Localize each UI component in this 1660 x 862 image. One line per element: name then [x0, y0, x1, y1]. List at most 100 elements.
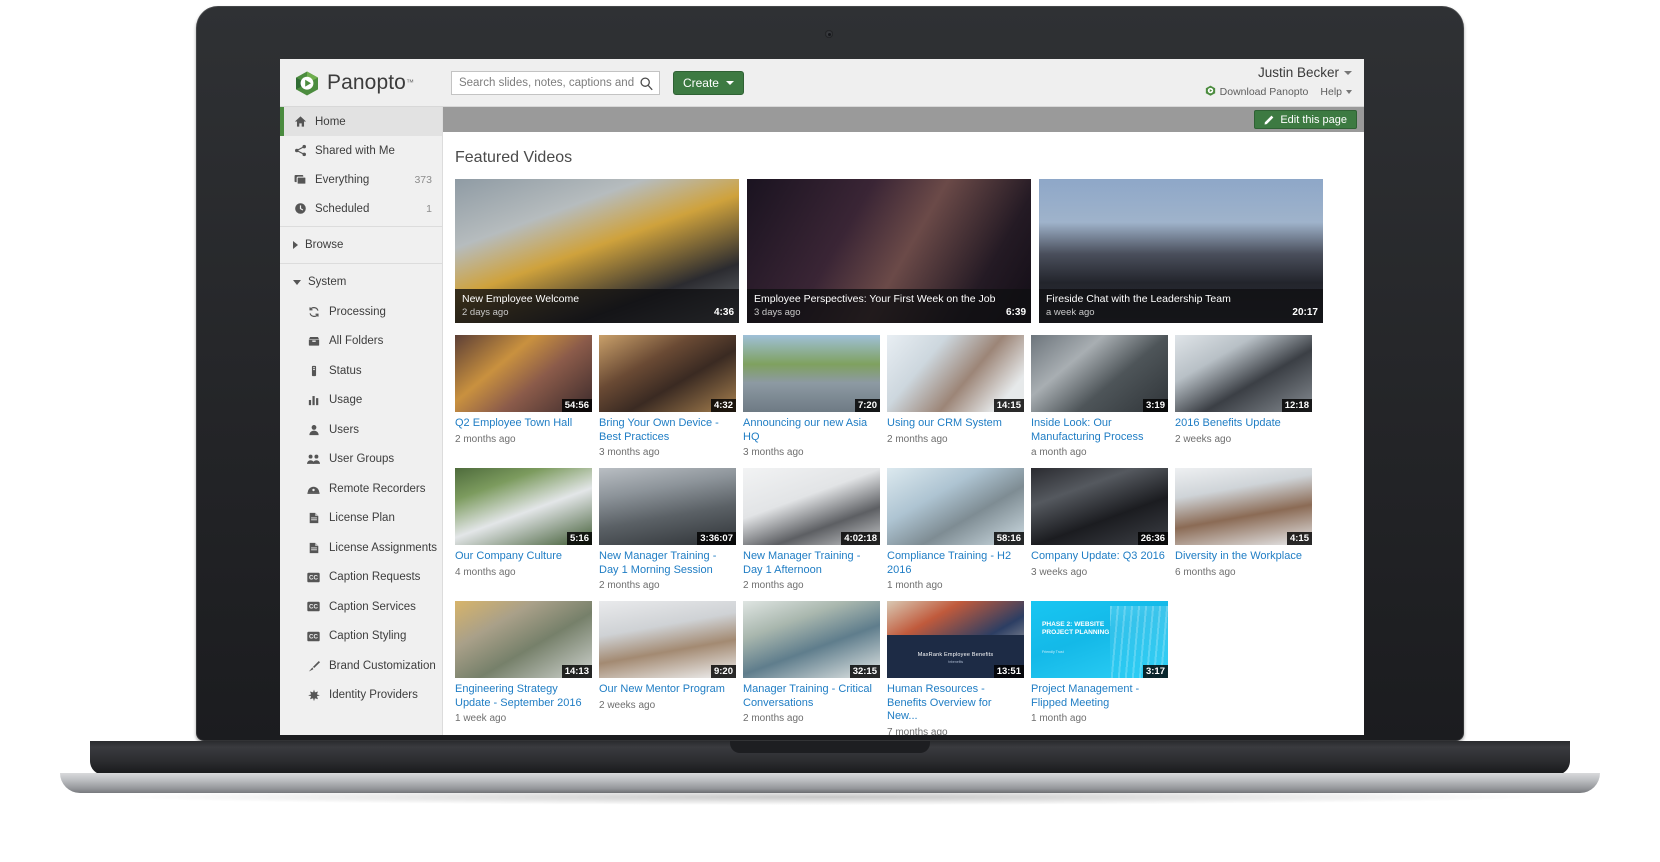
- search-box[interactable]: [450, 70, 660, 95]
- video-age: 2 weeks ago: [599, 699, 656, 711]
- panopto-logo-icon: [294, 70, 320, 96]
- edit-this-page-button[interactable]: Edit this page: [1254, 110, 1357, 129]
- video-thumbnail[interactable]: 14:13: [455, 601, 592, 678]
- video-thumbnail[interactable]: 58:16: [887, 468, 1024, 545]
- video-title[interactable]: Diversity in the Workplace: [1175, 550, 1312, 564]
- video-thumbnail[interactable]: 32:15: [743, 601, 880, 678]
- video-card[interactable]: 4:15 Diversity in the Workplace 6 months a…: [1175, 468, 1312, 591]
- video-thumbnail[interactable]: 4:15: [1175, 468, 1312, 545]
- sidebar-group-browse[interactable]: Browse: [280, 230, 442, 260]
- sidebar-item-identity-providers[interactable]: Identity Providers: [280, 681, 442, 711]
- sidebar-item-usage[interactable]: Usage: [280, 386, 442, 416]
- video-title[interactable]: Manager Training - Critical Conversation…: [743, 683, 880, 710]
- video-card[interactable]: 3:36:07 New Manager Training - Day 1 Morn…: [599, 468, 736, 591]
- video-thumbnail[interactable]: 7:20: [743, 335, 880, 412]
- sidebar-item-shared-with-me[interactable]: Shared with Me: [280, 136, 442, 165]
- video-card[interactable]: PHASE 2: WEBSITE PROJECT PLANNING Friendly…: [1031, 601, 1168, 735]
- sidebar-item-license-plan[interactable]: License Plan: [280, 504, 442, 534]
- help-menu[interactable]: Help: [1320, 86, 1352, 98]
- video-card[interactable]: 3:19 Inside Look: Our Manufacturing Proce…: [1031, 335, 1168, 458]
- video-title[interactable]: New Employee Welcome: [462, 293, 732, 306]
- search-input[interactable]: [451, 71, 659, 94]
- video-title[interactable]: New Manager Training - Day 1 Afternoon: [743, 550, 880, 577]
- video-thumbnail[interactable]: 3:19: [1031, 335, 1168, 412]
- video-title[interactable]: Human Resources - Benefits Overview for …: [887, 683, 1024, 724]
- video-title[interactable]: Company Update: Q3 2016: [1031, 550, 1168, 564]
- video-title[interactable]: Engineering Strategy Update - September …: [455, 683, 592, 710]
- video-card[interactable]: 4:32 Bring Your Own Device - Best Practic…: [599, 335, 736, 458]
- video-thumbnail[interactable]: 9:20: [599, 601, 736, 678]
- video-thumbnail[interactable]: 54:56: [455, 335, 592, 412]
- video-title[interactable]: New Manager Training - Day 1 Morning Ses…: [599, 550, 736, 577]
- video-card[interactable]: 5:16 Our Company Culture 4 months ago: [455, 468, 592, 591]
- sidebar-item-caption-services[interactable]: CC Caption Services: [280, 592, 442, 622]
- sidebar-item-user-groups[interactable]: User Groups: [280, 445, 442, 475]
- cc-icon: CC: [307, 600, 320, 613]
- video-card[interactable]: 14:13 Engineering Strategy Update - Septe…: [455, 601, 592, 735]
- sidebar-item-users[interactable]: Users: [280, 415, 442, 445]
- video-title[interactable]: Employee Perspectives: Your First Week o…: [754, 293, 1024, 306]
- video-thumbnail[interactable]: 12:18: [1175, 335, 1312, 412]
- video-thumbnail[interactable]: 5:16: [455, 468, 592, 545]
- svg-text:CC: CC: [309, 633, 318, 640]
- app-logo[interactable]: Panopto ™: [294, 70, 414, 96]
- video-card[interactable]: 9:20 Our New Mentor Program 2 weeks ago: [599, 601, 736, 735]
- sidebar-item-license-assignments[interactable]: License Assignments: [280, 533, 442, 563]
- download-panopto-link[interactable]: Download Panopto: [1205, 85, 1308, 99]
- video-card[interactable]: 32:15 Manager Training - Critical Convers…: [743, 601, 880, 735]
- user-name-menu[interactable]: Justin Becker: [1258, 65, 1352, 80]
- video-title[interactable]: 2016 Benefits Update: [1175, 417, 1312, 431]
- video-card[interactable]: 4:02:18 New Manager Training - Day 1 Afte…: [743, 468, 880, 591]
- users-group-icon: [307, 453, 320, 466]
- video-age: 2 months ago: [887, 433, 948, 445]
- video-title[interactable]: Bring Your Own Device - Best Practices: [599, 417, 736, 444]
- app-topbar: Panopto ™ Create Justin Becker: [280, 59, 1364, 107]
- featured-video-card[interactable]: Fireside Chat with the Leadership Team a …: [1039, 179, 1323, 323]
- video-thumbnail[interactable]: 4:02:18: [743, 468, 880, 545]
- sidebar-item-home[interactable]: Home: [280, 107, 442, 136]
- video-title[interactable]: Project Management - Flipped Meeting: [1031, 683, 1168, 710]
- sidebar-item-caption-requests[interactable]: CC Caption Requests: [280, 563, 442, 593]
- video-thumbnail[interactable]: 4:32: [599, 335, 736, 412]
- video-card[interactable]: 54:56 Q2 Employee Town Hall 2 months ago: [455, 335, 592, 458]
- video-title[interactable]: Announcing our new Asia HQ: [743, 417, 880, 444]
- clock-icon: [293, 202, 307, 216]
- video-title[interactable]: Compliance Training - H2 2016: [887, 550, 1024, 577]
- video-card[interactable]: 26:36 Company Update: Q3 2016 3 weeks ago: [1031, 468, 1168, 591]
- video-card[interactable]: 12:18 2016 Benefits Update 2 weeks ago: [1175, 335, 1312, 458]
- sidebar-item-all-folders[interactable]: All Folders: [280, 327, 442, 357]
- video-title[interactable]: Inside Look: Our Manufacturing Process: [1031, 417, 1168, 444]
- video-thumbnail[interactable]: 3:36:07: [599, 468, 736, 545]
- create-button[interactable]: Create: [672, 70, 744, 95]
- video-card[interactable]: 14:15 Using our CRM System 2 months ago: [887, 335, 1024, 458]
- sidebar-item-caption-styling[interactable]: CC Caption Styling: [280, 622, 442, 652]
- video-thumbnail[interactable]: PHASE 2: WEBSITE PROJECT PLANNING Friendly…: [1031, 601, 1168, 678]
- video-thumbnail[interactable]: 26:36: [1031, 468, 1168, 545]
- sidebar-item-label: License Plan: [329, 512, 395, 525]
- video-card[interactable]: MaxRank Employee Benefits hrbenefits 13:51…: [887, 601, 1024, 735]
- featured-video-card[interactable]: Employee Perspectives: Your First Week o…: [747, 179, 1031, 323]
- video-thumbnail[interactable]: MaxRank Employee Benefits hrbenefits 13:51: [887, 601, 1024, 678]
- sidebar-item-status[interactable]: Status: [280, 356, 442, 386]
- video-card[interactable]: 58:16 Compliance Training - H2 2016 1 mont…: [887, 468, 1024, 591]
- sidebar-item-processing[interactable]: Processing: [280, 297, 442, 327]
- sidebar-item-scheduled[interactable]: Scheduled 1: [280, 194, 442, 223]
- video-thumbnail[interactable]: 14:15: [887, 335, 1024, 412]
- video-duration: 4:36: [713, 307, 734, 318]
- video-title[interactable]: Using our CRM System: [887, 417, 1024, 431]
- video-age: 2 months ago: [743, 713, 804, 724]
- edit-this-page-label: Edit this page: [1280, 113, 1347, 126]
- sidebar-item-brand-customization[interactable]: Brand Customization: [280, 651, 442, 681]
- search-icon[interactable]: [639, 76, 654, 91]
- video-title[interactable]: Fireside Chat with the Leadership Team: [1046, 293, 1316, 306]
- video-title[interactable]: Q2 Employee Town Hall: [455, 417, 592, 431]
- video-title[interactable]: Our New Mentor Program: [599, 683, 736, 697]
- sidebar-item-remote-recorders[interactable]: Remote Recorders: [280, 474, 442, 504]
- video-duration: 3:36:07: [697, 532, 736, 545]
- featured-video-card[interactable]: New Employee Welcome 2 days ago 4:36: [455, 179, 739, 323]
- video-card[interactable]: 7:20 Announcing our new Asia HQ 3 months a…: [743, 335, 880, 458]
- share-icon: [293, 144, 307, 158]
- video-title[interactable]: Our Company Culture: [455, 550, 592, 564]
- sidebar-group-system[interactable]: System: [280, 267, 442, 297]
- sidebar-item-everything[interactable]: Everything 373: [280, 165, 442, 194]
